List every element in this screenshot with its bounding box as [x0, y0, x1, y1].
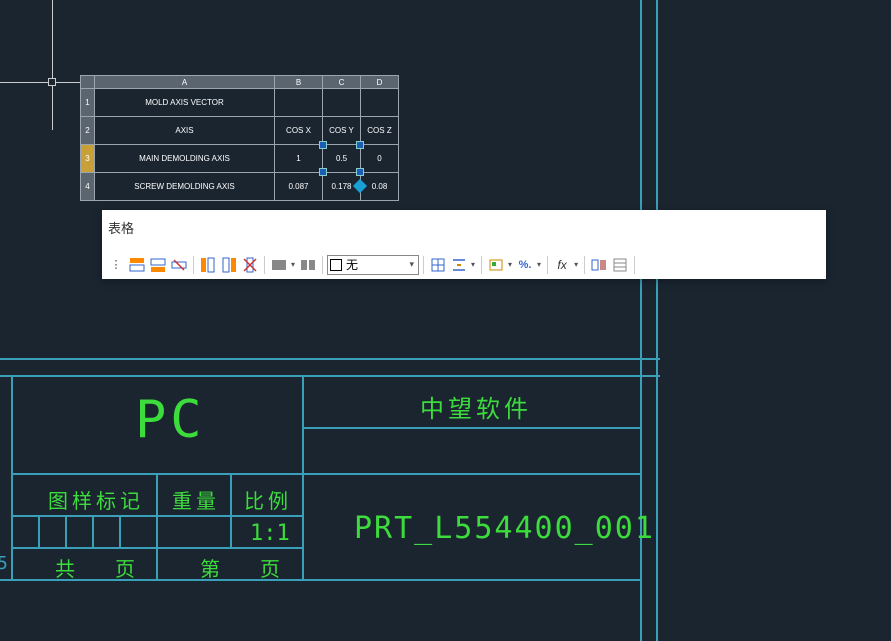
tb-hline: [0, 579, 640, 581]
fill-label: 无: [346, 256, 358, 273]
table-entity[interactable]: A B C D 1 MOLD AXIS VECTOR 2 AXIS COS X …: [80, 75, 399, 201]
datalink-button[interactable]: [610, 255, 630, 275]
mark-label: 图样标记: [48, 485, 144, 514]
table-corner[interactable]: [81, 76, 95, 89]
link-button[interactable]: [589, 255, 609, 275]
separator: [481, 256, 482, 274]
tb-vline: [640, 375, 642, 580]
lock-dropdown[interactable]: ▾: [506, 260, 514, 269]
cell-a3[interactable]: MAIN DEMOLDING AXIS: [95, 145, 275, 173]
scale-label: 比例: [244, 485, 292, 514]
cell-d1[interactable]: [361, 89, 399, 117]
align-dropdown[interactable]: ▾: [469, 260, 477, 269]
cell-d2[interactable]: COS Z: [361, 117, 399, 145]
tb-vline: [38, 515, 40, 547]
ye2-text: 页: [260, 553, 280, 582]
alignment-button[interactable]: [449, 255, 469, 275]
table-toolbar[interactable]: 表格 ⋮ ▾ 无 ▾: [102, 210, 826, 279]
formula-dropdown[interactable]: ▾: [572, 260, 580, 269]
table-row[interactable]: 4 SCREW DEMOLDING AXIS 0.087 0.178 0.08: [81, 173, 399, 201]
delete-col-button[interactable]: [240, 255, 260, 275]
cell-c1[interactable]: [323, 89, 361, 117]
title-block-top-inner: [0, 375, 660, 377]
weight-label: 重量: [172, 485, 220, 514]
borders-button[interactable]: [428, 255, 448, 275]
separator: [584, 256, 585, 274]
toolbar-row: ⋮ ▾ 无 ▾: [102, 253, 826, 279]
material-text: PC: [135, 390, 206, 450]
delete-row-button[interactable]: [169, 255, 189, 275]
cell-c3-selected[interactable]: 0.5: [323, 145, 361, 173]
cell-c3-value: 0.5: [336, 154, 347, 163]
cell-c2[interactable]: COS Y: [323, 117, 361, 145]
separator: [322, 256, 323, 274]
tb-vline: [156, 473, 158, 579]
fill-select[interactable]: 无 ▾: [327, 255, 419, 275]
separator: [634, 256, 635, 274]
scale-value: 1:1: [250, 521, 290, 546]
merge-dropdown[interactable]: ▾: [289, 260, 297, 269]
company-text: 中望软件: [420, 389, 532, 424]
di-text: 第: [200, 553, 220, 582]
row-header-4[interactable]: 4: [81, 173, 95, 201]
tb-hline: [302, 473, 640, 475]
cell-a2[interactable]: AXIS: [95, 117, 275, 145]
separator: [423, 256, 424, 274]
col-header-a[interactable]: A: [95, 76, 275, 89]
col-header-d[interactable]: D: [361, 76, 399, 89]
insert-col-right-button[interactable]: [219, 255, 239, 275]
title-block-top-outer: [0, 358, 660, 360]
chevron-down-icon: ▾: [409, 259, 414, 270]
col-header-c[interactable]: C: [323, 76, 361, 89]
insert-col-left-button[interactable]: [198, 255, 218, 275]
crosshair-pickbox: [48, 78, 56, 86]
separator: [547, 256, 548, 274]
lock-button[interactable]: [486, 255, 506, 275]
crosshair-vertical: [52, 0, 53, 130]
tb-vline: [302, 375, 304, 580]
table-row[interactable]: 2 AXIS COS X COS Y COS Z: [81, 117, 399, 145]
cell-d3[interactable]: 0: [361, 145, 399, 173]
gong-text: 共: [55, 553, 75, 582]
ye-text: 页: [115, 553, 135, 582]
tb-vline: [230, 473, 232, 547]
row-header-2[interactable]: 2: [81, 117, 95, 145]
insert-row-below-button[interactable]: [148, 255, 168, 275]
row-header-1[interactable]: 1: [81, 89, 95, 117]
unmerge-cells-button[interactable]: [298, 255, 318, 275]
drawing-border-right-outer: [656, 0, 658, 641]
separator: [264, 256, 265, 274]
row-header-3[interactable]: 3: [81, 145, 95, 173]
selection-grip-br[interactable]: [356, 168, 364, 176]
cell-a4[interactable]: SCREW DEMOLDING AXIS: [95, 173, 275, 201]
cell-b2[interactable]: COS X: [275, 117, 323, 145]
table-row[interactable]: 3 MAIN DEMOLDING AXIS 1 0.5 0: [81, 145, 399, 173]
table-row[interactable]: 1 MOLD AXIS VECTOR: [81, 89, 399, 117]
percent-button[interactable]: %.: [515, 255, 535, 275]
sheet-number: 5: [0, 553, 8, 574]
cell-a1[interactable]: MOLD AXIS VECTOR: [95, 89, 275, 117]
insert-row-above-button[interactable]: [127, 255, 147, 275]
tb-vline: [92, 515, 94, 547]
merge-cells-button[interactable]: [269, 255, 289, 275]
tb-vline: [119, 515, 121, 547]
formula-button[interactable]: fx: [552, 255, 572, 275]
cell-b4[interactable]: 0.087: [275, 173, 323, 201]
cell-b1[interactable]: [275, 89, 323, 117]
toolbar-title: 表格: [102, 210, 826, 253]
col-header-b[interactable]: B: [275, 76, 323, 89]
tb-vline: [65, 515, 67, 547]
part-number: PRT_L554400_001: [354, 511, 655, 546]
separator: [193, 256, 194, 274]
selection-grip-tl[interactable]: [319, 141, 327, 149]
tb-vline: [11, 375, 13, 580]
selection-grip-tr[interactable]: [356, 141, 364, 149]
cell-b3[interactable]: 1: [275, 145, 323, 173]
percent-dropdown[interactable]: ▾: [535, 260, 543, 269]
tb-hline: [302, 427, 640, 429]
selection-grip-bl[interactable]: [319, 168, 327, 176]
drag-handle-icon[interactable]: ⋮: [106, 255, 126, 275]
fill-swatch-icon: [330, 259, 342, 271]
